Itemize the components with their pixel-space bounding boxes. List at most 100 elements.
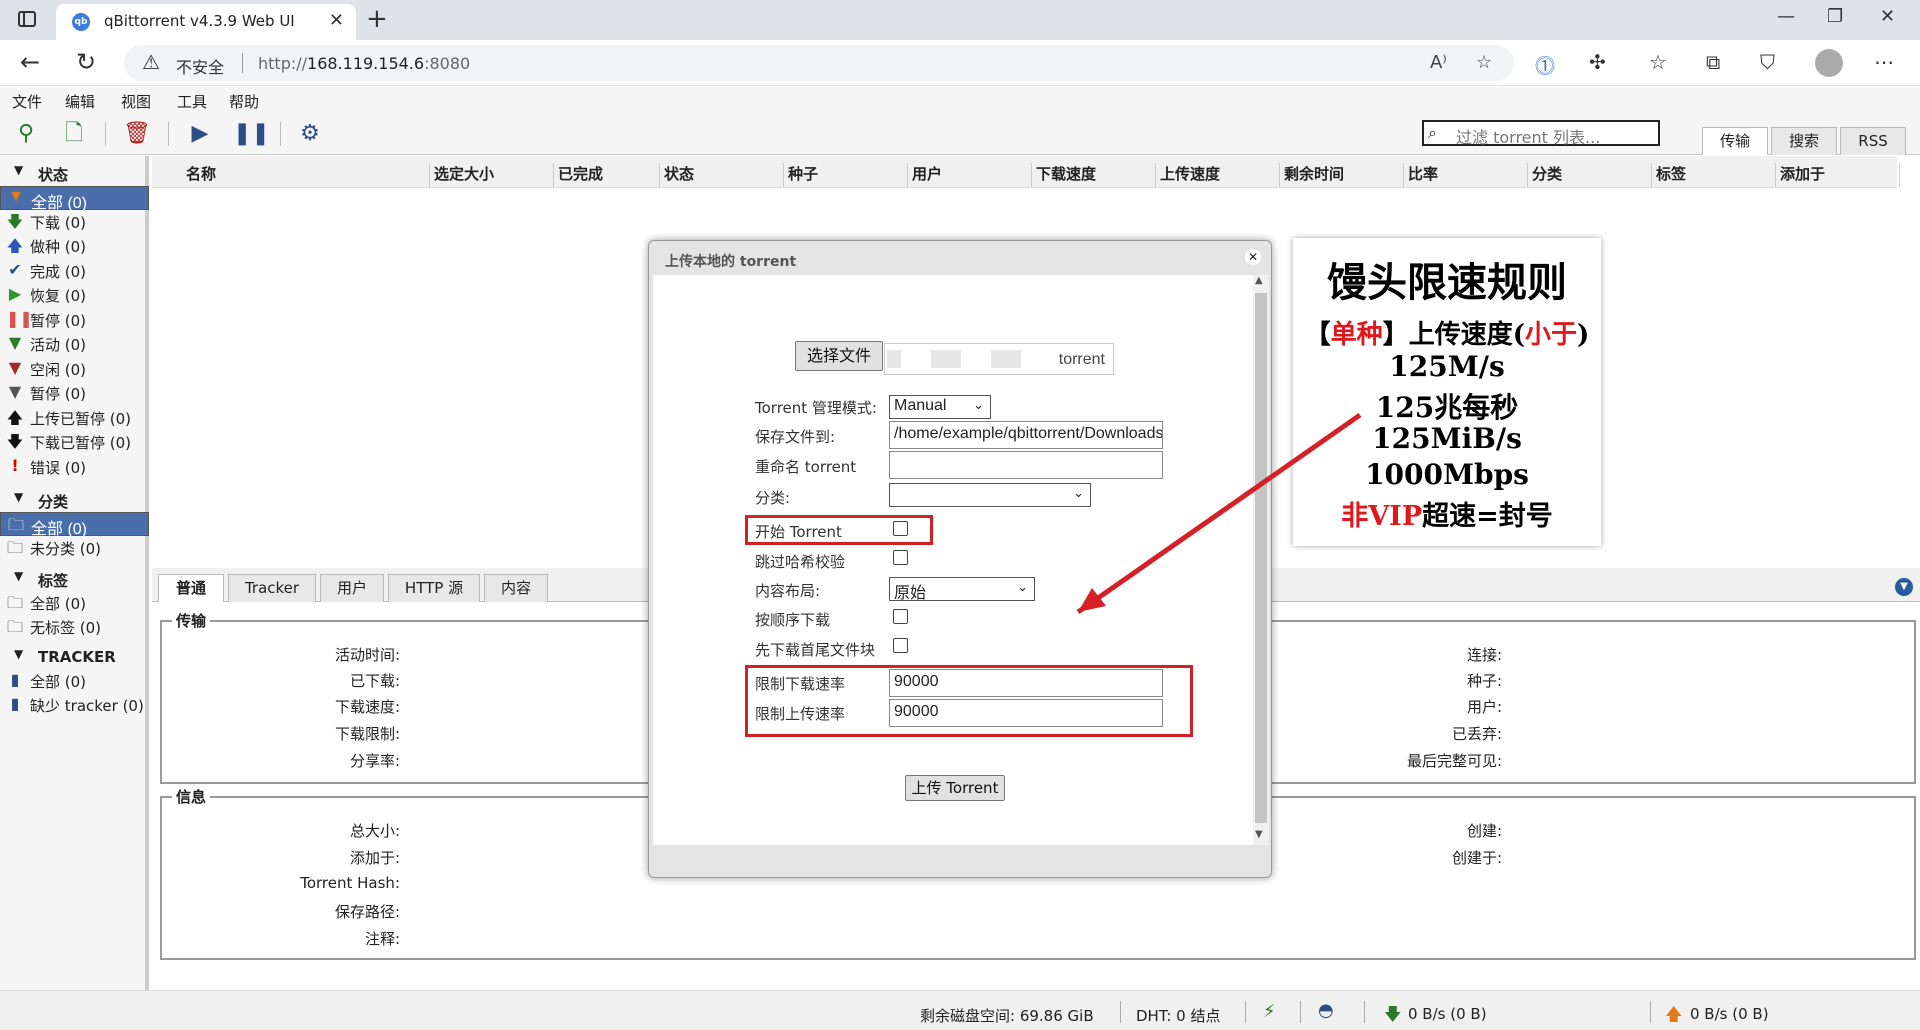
pause-icon[interactable]: ❚❚ [233, 120, 270, 148]
tab-rss[interactable]: RSS [1840, 127, 1906, 155]
close-window-icon[interactable]: ✕ [1880, 6, 1895, 27]
tracker-all[interactable]: ▮ 全部 (0) [0, 669, 149, 692]
menu-view[interactable]: 视图 [121, 91, 151, 112]
browser-tab[interactable]: qb qBittorrent v4.3.9 Web UI ✕ [56, 4, 356, 40]
favorites-icon[interactable]: ☆ [1649, 50, 1667, 74]
column-status[interactable]: 状态 [660, 163, 784, 187]
close-tab-icon[interactable]: ✕ [329, 10, 344, 31]
tab-search[interactable]: 搜索 [1771, 127, 1837, 155]
back-icon[interactable]: ← [20, 48, 40, 76]
shield-icon[interactable]: ⛉ [1760, 50, 1775, 74]
tracker-section-header[interactable]: ▼ TRACKER [0, 646, 145, 668]
column-category[interactable]: 分类 [1528, 163, 1652, 187]
new-tab-icon[interactable]: + [366, 4, 388, 34]
column-done[interactable]: 已完成 [554, 163, 660, 187]
menu-tools[interactable]: 工具 [177, 91, 207, 112]
minimize-icon[interactable]: — [1777, 6, 1795, 27]
collapse-panel-icon[interactable]: ▼ [1895, 578, 1913, 596]
tab-transfers[interactable]: 传输 [1702, 127, 1768, 155]
management-mode-select[interactable]: Manual ⌄ [889, 395, 991, 419]
read-aloud-icon[interactable]: A⁾ [1430, 52, 1447, 73]
torrent-filter-input[interactable]: ⌕ 过滤 torrent 列表... [1422, 120, 1660, 147]
start-torrent-checkbox[interactable] [893, 521, 908, 536]
insecure-label[interactable]: 不安全 [176, 54, 224, 78]
column-added-on[interactable]: 添加于 [1776, 163, 1900, 187]
restore-icon[interactable]: ❐ [1827, 6, 1843, 27]
tab-actions-icon[interactable] [18, 11, 36, 27]
profile-avatar[interactable] [1815, 49, 1843, 77]
column-ratio[interactable]: 比率 [1404, 163, 1528, 187]
add-torrent-file-icon[interactable]: 🗋 [60, 120, 88, 148]
filter-upload-paused[interactable]: 🡅 上传已暂停 (0) [0, 406, 149, 429]
download-limit-input[interactable]: 90000 [889, 669, 1163, 697]
content-layout-select[interactable]: 原始 ⌄ [889, 577, 1035, 602]
password-manager-icon[interactable]: ⓵ [1535, 50, 1555, 79]
rename-input[interactable] [889, 451, 1163, 479]
sequential-download-checkbox[interactable] [893, 609, 908, 624]
options-gear-icon[interactable]: ⚙ [296, 120, 324, 148]
first-last-pieces-checkbox[interactable] [893, 638, 908, 653]
url-text[interactable]: http://168.119.154.6:8080 [258, 54, 470, 73]
add-torrent-link-icon[interactable]: ⚲ [12, 120, 40, 148]
address-bar[interactable]: ⚠ 不安全 http://168.119.154.6:8080 A⁾ ☆ [124, 45, 1514, 81]
menu-edit[interactable]: 编辑 [65, 91, 95, 112]
connection-status-icon[interactable]: ⚡ [1263, 1001, 1276, 1022]
column-name[interactable]: 名称 [182, 163, 430, 187]
tab-http-sources[interactable]: HTTP 源 [388, 574, 480, 602]
menu-help[interactable]: 帮助 [229, 91, 259, 112]
menu-file[interactable]: 文件 [12, 91, 42, 112]
category-select[interactable]: ⌄ [889, 483, 1091, 507]
filter-completed[interactable]: ✔ 完成 (0) [0, 259, 149, 282]
tag-section-header[interactable]: ▼ 标签 [0, 568, 145, 590]
column-down-speed[interactable]: 下载速度 [1032, 163, 1156, 187]
skip-hash-checkbox[interactable] [893, 550, 908, 565]
scroll-up-icon: ▲ [1255, 275, 1263, 286]
status-section-header[interactable]: ▼ 状态 [0, 162, 145, 184]
refresh-icon[interactable]: ↻ [76, 48, 96, 76]
column-peers[interactable]: 用户 [908, 163, 1032, 187]
speed-limit-icon[interactable]: ◓ [1318, 1000, 1334, 1021]
tag-untagged[interactable]: 🗀 无标签 (0) [0, 615, 149, 638]
tracker-missing[interactable]: ▮ 缺少 tracker (0) [0, 693, 149, 716]
filter-inactive[interactable]: ▼ 空闲 (0) [0, 357, 149, 380]
resume-icon[interactable]: ▶ [186, 120, 214, 148]
column-selected-size[interactable]: 选定大小 [430, 163, 554, 187]
column-eta[interactable]: 剩余时间 [1280, 163, 1404, 187]
choose-file-button[interactable]: 选择文件 [795, 341, 883, 371]
filter-all[interactable]: ▼ 全部 (0) [0, 186, 149, 212]
column-tags[interactable]: 标签 [1652, 163, 1776, 187]
tag-all[interactable]: 🗀 全部 (0) [0, 591, 149, 614]
warning-icon[interactable]: ⚠ [142, 50, 160, 74]
category-section-header[interactable]: ▼ 分类 [0, 489, 145, 511]
app-menu-bar: 文件 编辑 视图 工具 帮助 [0, 87, 1920, 113]
column-up-speed[interactable]: 上传速度 [1156, 163, 1280, 187]
sidebar: ▼ 状态 ▼ 全部 (0) 🡇 下载 (0) 🡅 做种 (0) ✔ 完成 (0) ▶ 恢复 … [0, 156, 149, 990]
save-path-input[interactable]: /home/example/qbittorrent/Downloads [889, 421, 1163, 449]
toolbar-separator [105, 122, 106, 146]
upload-limit-input[interactable]: 90000 [889, 699, 1163, 727]
filter-seeding[interactable]: 🡅 做种 (0) [0, 234, 149, 257]
management-mode-label: Torrent 管理模式: [755, 399, 877, 417]
filter-active[interactable]: ▼ 活动 (0) [0, 332, 149, 355]
filter-errored[interactable]: ! 错误 (0) [0, 455, 149, 478]
filter-download-paused[interactable]: 🡇 下载已暂停 (0) [0, 430, 149, 453]
collections-icon[interactable]: ⧉ [1706, 50, 1720, 74]
category-all[interactable]: 🗀 全部 (0) [0, 512, 149, 538]
dialog-scrollbar[interactable]: ▲ ▼ [1253, 275, 1269, 845]
more-menu-icon[interactable]: ⋯ [1874, 50, 1894, 74]
extensions-icon[interactable]: ✣ [1589, 50, 1606, 74]
filter-resumed[interactable]: ▶ 恢复 (0) [0, 283, 149, 306]
tab-general[interactable]: 普通 [158, 574, 224, 602]
filter-downloading[interactable]: 🡇 下载 (0) [0, 210, 149, 233]
delete-icon[interactable]: 🗑 [123, 120, 151, 148]
tab-peers[interactable]: 用户 [320, 574, 384, 602]
dialog-close-icon[interactable]: ✕ [1245, 249, 1261, 265]
filter-stalled[interactable]: ▼ 暂停 (0) [0, 381, 149, 404]
tab-trackers[interactable]: Tracker [228, 574, 316, 602]
upload-torrent-button[interactable]: 上传 Torrent [905, 775, 1005, 801]
column-seeds[interactable]: 种子 [784, 163, 908, 187]
tab-content[interactable]: 内容 [484, 574, 548, 602]
category-uncategorized[interactable]: 🗀 未分类 (0) [0, 536, 149, 559]
favorite-add-icon[interactable]: ☆ [1476, 52, 1492, 73]
filter-paused[interactable]: ❚❚ 暂停 (0) [0, 308, 149, 331]
